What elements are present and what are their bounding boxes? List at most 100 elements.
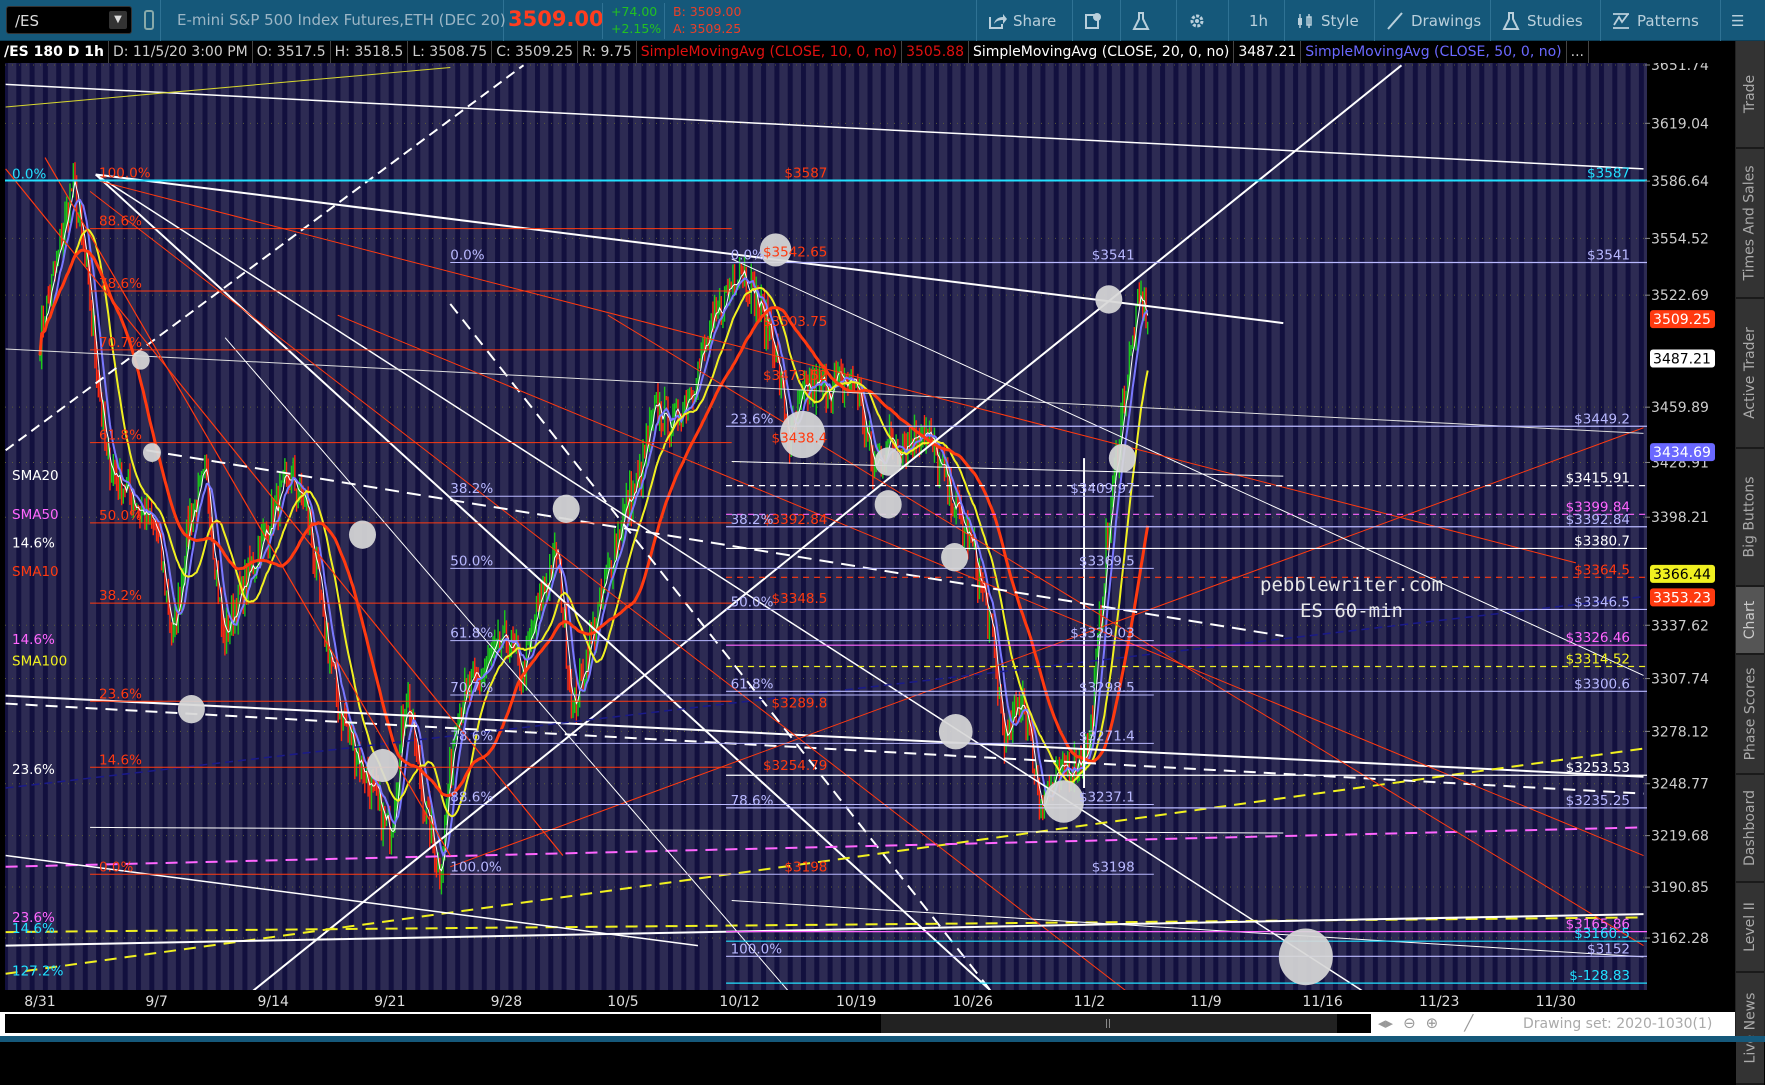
- patterns-button[interactable]: Patterns: [1600, 0, 1709, 41]
- bar-close: C: 3509.25: [492, 41, 579, 63]
- right-level-label: $3449.2: [1574, 411, 1630, 427]
- price-tick-label: 3219.68: [1651, 829, 1709, 845]
- pivot-marker: [1108, 443, 1136, 473]
- fib-label-lavender: 100.0%: [731, 941, 783, 957]
- scrollbar-thumb[interactable]: [881, 1014, 1337, 1033]
- right-level-label: $3300.6: [1574, 676, 1630, 692]
- left-level-label: 14.6%: [12, 536, 55, 552]
- fib-label-red: 0.0%: [99, 859, 133, 875]
- link-icon[interactable]: [144, 10, 154, 30]
- style-button[interactable]: Style: [1284, 0, 1369, 41]
- candle-icon: [1298, 13, 1312, 28]
- price-axis[interactable]: 3651.743619.043586.643554.523522.693459.…: [1645, 58, 1735, 1012]
- left-level-label: 14.6%: [12, 632, 55, 648]
- zoom-out-icon[interactable]: ⊖: [1403, 1014, 1416, 1032]
- flask-icon: [1132, 11, 1150, 30]
- side-tab-label: Chart: [1742, 600, 1759, 640]
- date-tick-label: 10/19: [836, 994, 876, 1010]
- price-chart[interactable]: 0.0% SMA20 SMA50 14.6% SMA10 14.6% SMA100 23.6%…: [0, 0, 1765, 1042]
- drawing-set[interactable]: Drawing set: 2020-1030(1): [1523, 1016, 1712, 1032]
- date-tick-label: 9/14: [257, 994, 289, 1010]
- fib-label-red: 78.6%: [99, 276, 142, 292]
- bar-high: H: 3518.5: [331, 41, 409, 63]
- left-level-label: SMA50: [12, 507, 59, 523]
- right-level-label: $3152: [1587, 941, 1630, 957]
- fib-label-lavender: 23.6%: [731, 411, 774, 427]
- symbol-text: /ES: [15, 12, 40, 30]
- fib-label-lavender: 78.6%: [450, 728, 493, 744]
- price-tick-label: 3459.89: [1651, 400, 1709, 416]
- price-tick-label: 3398.21: [1651, 510, 1709, 526]
- patterns-icon: [1613, 12, 1629, 29]
- study-sma20-value: 3487.21: [1234, 41, 1302, 63]
- pan-icon[interactable]: ◂▸: [1378, 1014, 1393, 1032]
- bar-low: L: 3508.75: [408, 41, 493, 63]
- fib-label-lavender: 38.2%: [731, 512, 774, 528]
- pivot-marker: [941, 543, 969, 572]
- pivot-marker: [131, 350, 150, 370]
- right-level-label: $3346.5: [1574, 594, 1630, 610]
- fib-price-red: $3587: [784, 165, 827, 181]
- study-sma10[interactable]: SimpleMovingAvg (CLOSE, 10, 0, no): [637, 41, 903, 63]
- date-tick-label: 11/9: [1190, 994, 1221, 1010]
- study-sma50[interactable]: SimpleMovingAvg (CLOSE, 50, 0, no): [1301, 41, 1567, 63]
- price-tick-label: 3278.12: [1651, 724, 1709, 740]
- pivot-marker: [1278, 928, 1333, 986]
- side-tab-label: Active Trader: [1742, 327, 1758, 419]
- pivot-marker: [1095, 285, 1123, 314]
- chevron-down-icon[interactable]: ▼: [109, 11, 127, 29]
- side-tab-live-news[interactable]: Live News: [1736, 973, 1764, 1085]
- timeframe-button[interactable]: 1h: [1228, 0, 1288, 41]
- horizontal-scrollbar[interactable]: [5, 1014, 1371, 1033]
- side-tab-trade[interactable]: Trade: [1736, 41, 1764, 149]
- date-tick-label: 11/30: [1536, 994, 1576, 1010]
- menu-button[interactable]: ☰: [1720, 0, 1754, 41]
- pivot-marker: [874, 447, 902, 476]
- drawing-tool-icon[interactable]: ╱: [1464, 1014, 1473, 1032]
- fib-label-lavender: 50.0%: [450, 553, 493, 569]
- bid-value: B: 3509.00: [673, 4, 742, 19]
- price-tick-label: 3586.64: [1651, 174, 1709, 190]
- left-level-label: SMA10: [12, 564, 59, 580]
- fib-label-red: 50.0%: [99, 508, 142, 524]
- patterns-label: Patterns: [1637, 11, 1699, 30]
- side-tab-label: Times And Sales: [1742, 165, 1758, 281]
- more-studies[interactable]: ...: [1567, 41, 1589, 63]
- bid-ask: B: 3509.00 A: 3509.25: [664, 3, 741, 39]
- study-sma20[interactable]: SimpleMovingAvg (CLOSE, 20, 0, no): [969, 41, 1235, 63]
- fib-price-lavender: $3329.03: [1070, 626, 1134, 642]
- studies-label: Studies: [1527, 11, 1583, 30]
- settings-button[interactable]: [1176, 0, 1217, 41]
- price-badge-label: 3434.69: [1653, 445, 1711, 461]
- price-axis-background: [1647, 63, 1735, 1012]
- side-tab-active-trader[interactable]: Active Trader: [1736, 299, 1764, 449]
- share-button[interactable]: Share: [976, 0, 1066, 41]
- zoom-in-icon[interactable]: ⊕: [1426, 1014, 1439, 1032]
- right-level-label: $3380.7: [1574, 533, 1630, 549]
- date-axis[interactable]: 8/31 9/7 9/14 9/21 9/28 10/5 10/12 10/19 10/26 11…: [0, 990, 1735, 1012]
- fib-label-red: 100.0%: [99, 165, 151, 181]
- side-tab-big-buttons[interactable]: Big Buttons: [1736, 449, 1764, 587]
- price-badge-label: 3487.21: [1653, 351, 1711, 367]
- fib-price-red: $3289.8: [772, 696, 828, 712]
- bottom-bar: ◂▸ ⊖ ⊕ ╱ Drawing set: 2020-1030(1): [0, 1012, 1735, 1036]
- right-level-label: $3160.5: [1574, 926, 1630, 942]
- date-tick-label: 8/31: [24, 994, 55, 1010]
- side-tab-times-and-sales[interactable]: Times And Sales: [1736, 149, 1764, 299]
- studies-button[interactable]: Studies: [1490, 0, 1593, 41]
- top-toolbar: /ES ▼ E-mini S&P 500 Index Futures,ETH (D…: [0, 0, 1765, 41]
- bar-date: D: 11/5/20 3:00 PM: [109, 41, 253, 63]
- right-level-label: $-128.83: [1569, 968, 1630, 984]
- info-button[interactable]: [1072, 0, 1113, 41]
- flask-button[interactable]: [1120, 0, 1161, 41]
- side-tab-dashboard[interactable]: Dashboard: [1736, 775, 1764, 883]
- side-tab-level-ii[interactable]: Level II: [1736, 883, 1764, 973]
- drawings-button[interactable]: Drawings: [1374, 0, 1491, 41]
- fib-price-lavender: $3409.97: [1070, 481, 1134, 497]
- change-value: +74.00: [611, 4, 658, 19]
- date-tick-label: 9/21: [374, 994, 405, 1010]
- price-tick-label: 3522.69: [1651, 288, 1709, 304]
- side-tab-chart[interactable]: Chart: [1736, 587, 1764, 655]
- symbol-selector[interactable]: /ES ▼: [6, 6, 132, 34]
- side-tab-phase-scores[interactable]: Phase Scores: [1736, 655, 1764, 775]
